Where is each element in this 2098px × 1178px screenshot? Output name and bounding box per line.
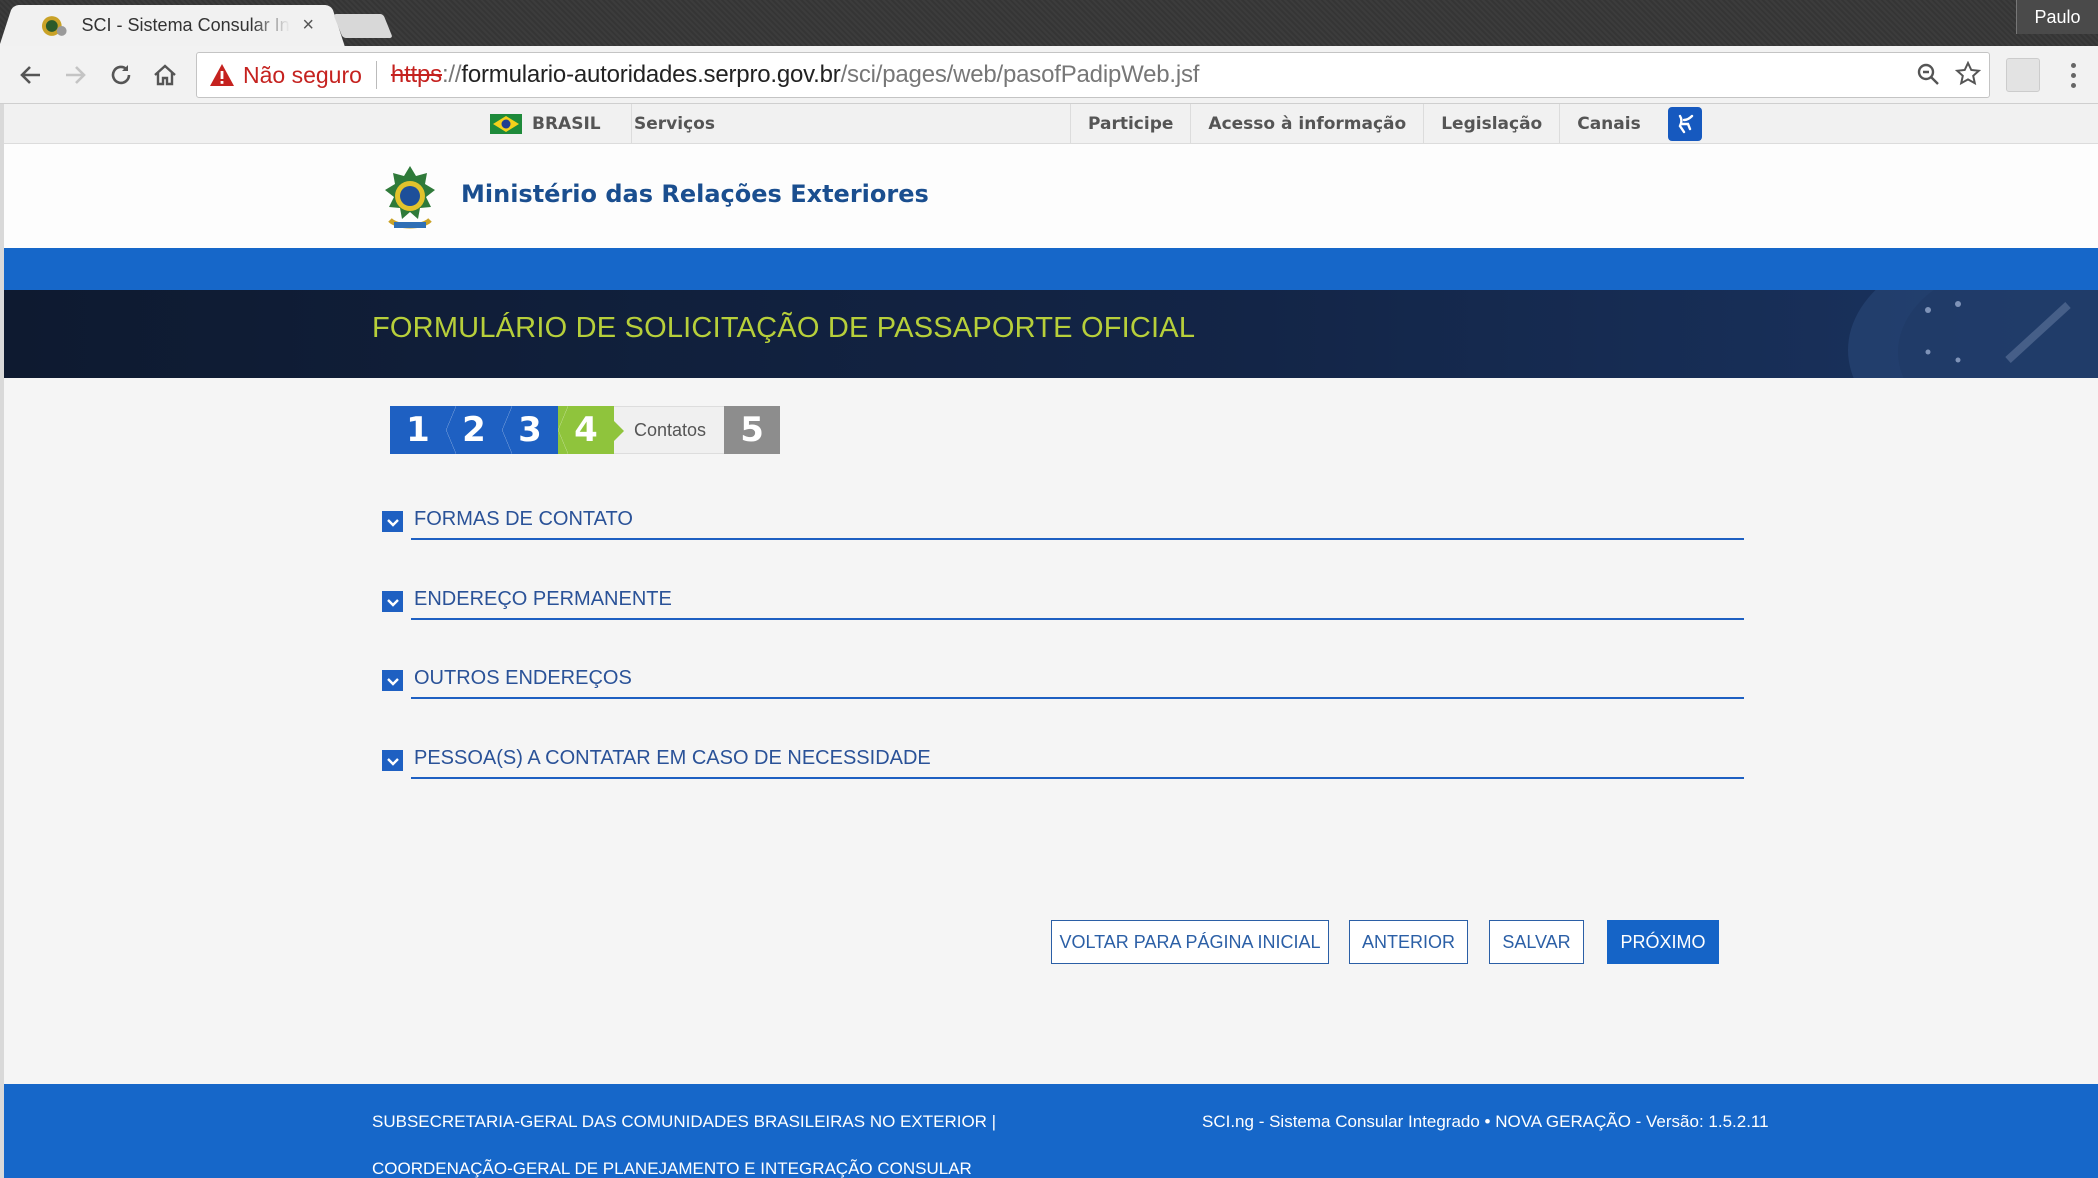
url-scheme-separator: ://	[441, 61, 462, 88]
step-1[interactable]: 1	[390, 406, 446, 454]
expand-chevron-icon[interactable]	[382, 591, 403, 612]
address-separator	[375, 61, 377, 89]
reload-icon	[111, 65, 131, 85]
browser-menu-button[interactable]	[2058, 58, 2088, 92]
site-favicon-icon	[41, 15, 67, 36]
gov-link-canais[interactable]: Canais	[1559, 104, 1657, 144]
forward-button[interactable]	[58, 58, 92, 92]
address-bar[interactable]: Não seguro https://formulario-autoridade…	[196, 52, 1990, 98]
section-title: OUTROS ENDEREÇOS	[414, 667, 632, 689]
gov-link-legislacao[interactable]: Legislação	[1423, 104, 1559, 144]
back-button[interactable]	[14, 58, 48, 92]
site-footer: SUBSECRETARIA-GERAL DAS COMUNIDADES BRAS…	[4, 1084, 2098, 1178]
gov-servicos-link[interactable]: Serviços	[634, 104, 715, 144]
footer-department: SUBSECRETARIA-GERAL DAS COMUNIDADES BRAS…	[372, 1112, 997, 1178]
home-icon	[154, 64, 176, 86]
header-blue-band	[4, 248, 2098, 290]
footer-version: SCI.ng - Sistema Consular Integrado • NO…	[1202, 1112, 1769, 1131]
back-to-home-button[interactable]: VOLTAR PARA PÁGINA INICIAL	[1051, 920, 1329, 964]
gov-links: Participe Acesso à informação Legislação…	[1070, 104, 1702, 144]
wizard-steps: 1 2 3 4 Contatos 5	[390, 406, 781, 454]
zoom-icon[interactable]	[1915, 61, 1941, 87]
main-content: 1 2 3 4 Contatos 5 FORMAS DE CONTATO END…	[4, 378, 2098, 1084]
form-title: FORMULÁRIO DE SOLICITAÇÃO DE PASSAPORTE …	[372, 312, 1196, 344]
coat-of-arms-logo	[385, 166, 435, 229]
browser-toolbar: Não seguro https://formulario-autoridade…	[0, 46, 2098, 104]
save-button[interactable]: SALVAR	[1489, 920, 1584, 964]
ministry-name[interactable]: Ministério das Relações Exteriores	[461, 180, 929, 208]
not-secure-label[interactable]: Não seguro	[243, 62, 362, 89]
accessibility-icon[interactable]	[1667, 107, 1702, 141]
step-3[interactable]: 3	[502, 406, 558, 454]
gov-brasil-label: BRASIL	[532, 114, 601, 134]
bookmark-star-icon[interactable]	[1955, 61, 1981, 87]
expand-chevron-icon[interactable]	[382, 750, 403, 771]
step-4-current[interactable]: 4	[558, 406, 614, 454]
arrow-left-icon	[20, 66, 40, 84]
brazil-flag-icon	[490, 114, 522, 134]
address-actions	[1915, 61, 1981, 87]
section-underline	[411, 618, 1744, 620]
section-pessoas-contatar[interactable]: PESSOA(S) A CONTATAR EM CASO DE NECESSID…	[382, 739, 1744, 779]
url-path: /sci/pages/web/pasofPadipWeb.jsf	[840, 61, 1200, 88]
extension-button[interactable]	[2006, 58, 2040, 92]
section-title: ENDEREÇO PERMANENTE	[414, 588, 672, 610]
section-underline	[411, 697, 1744, 699]
gov-bar: BRASIL Serviços Participe Acesso à infor…	[4, 104, 2098, 144]
warning-icon	[210, 64, 234, 86]
previous-button[interactable]: ANTERIOR	[1349, 920, 1468, 964]
reload-button[interactable]	[104, 58, 138, 92]
gov-link-acesso-informacao[interactable]: Acesso à informação	[1190, 104, 1423, 144]
home-button[interactable]	[148, 58, 182, 92]
url-host: formulario-autoridades.serpro.gov.br	[461, 61, 841, 88]
gov-link-participe[interactable]: Participe	[1070, 104, 1190, 144]
section-outros-enderecos[interactable]: OUTROS ENDEREÇOS	[382, 659, 1744, 699]
expand-chevron-icon[interactable]	[382, 511, 403, 532]
step-current-label: Contatos	[614, 406, 725, 454]
form-title-banner: FORMULÁRIO DE SOLICITAÇÃO DE PASSAPORTE …	[4, 290, 2098, 378]
gov-brasil-link[interactable]: BRASIL	[490, 104, 632, 144]
step-5[interactable]: 5	[724, 406, 781, 454]
tab-title: SCI - Sistema Consular Integrado	[81, 15, 291, 35]
url-text[interactable]: https://formulario-autoridades.serpro.go…	[390, 61, 1200, 89]
profile-button[interactable]: Paulo	[2016, 0, 2098, 34]
section-endereco-permanente[interactable]: ENDEREÇO PERMANENTE	[382, 580, 1744, 620]
section-underline	[411, 538, 1744, 540]
site-header: Ministério das Relações Exteriores	[4, 144, 2098, 248]
arrow-right-icon	[66, 66, 86, 84]
section-underline	[411, 777, 1744, 779]
section-formas-contato[interactable]: FORMAS DE CONTATO	[382, 500, 1744, 540]
section-title: PESSOA(S) A CONTATAR EM CASO DE NECESSID…	[414, 747, 931, 769]
url-scheme: https	[390, 61, 442, 88]
next-button[interactable]: PRÓXIMO	[1607, 920, 1719, 964]
expand-chevron-icon[interactable]	[382, 670, 403, 691]
tab-close-icon[interactable]: ×	[302, 14, 314, 37]
new-tab-button[interactable]	[333, 14, 393, 38]
section-title: FORMAS DE CONTATO	[414, 508, 633, 530]
step-2[interactable]: 2	[446, 406, 502, 454]
browser-tab-active[interactable]: SCI - Sistema Consular Integrado ×	[14, 5, 330, 46]
browser-tabstrip: SCI - Sistema Consular Integrado × Paulo	[0, 0, 2098, 46]
passport-decoration-icon	[1848, 290, 2098, 378]
